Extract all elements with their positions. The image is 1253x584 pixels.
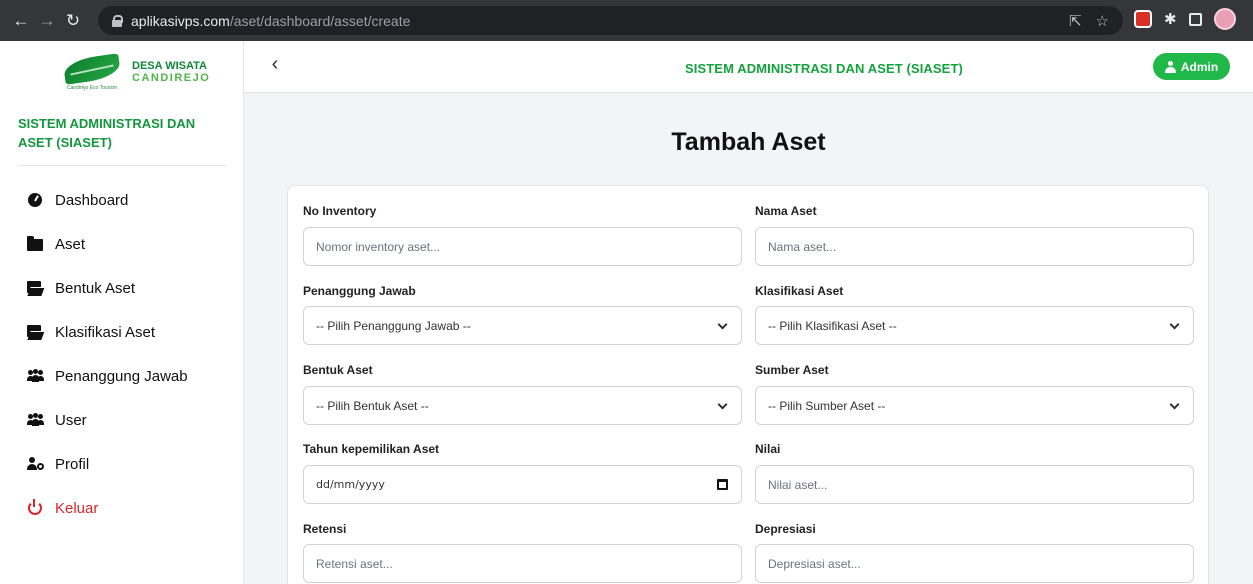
extensions-puzzle-icon[interactable]: ✱ (1164, 10, 1177, 28)
klasifikasi-aset-selected: -- Pilih Klasifikasi Aset -- (768, 318, 897, 333)
depresiasi-placeholder: Depresiasi aset... (768, 556, 861, 571)
date-placeholder: dd/mm/yyyy (316, 478, 385, 491)
penanggung-jawab-label: Penanggung Jawab (303, 284, 416, 298)
bentuk-aset-selected: -- Pilih Bentuk Aset -- (316, 398, 429, 413)
sidebar-app-title: SISTEM ADMINISTRASI DAN ASET (SIASET) (18, 116, 196, 150)
retensi-input[interactable]: Retensi aset... (303, 544, 742, 583)
address-bar[interactable]: aplikasivps.com/aset/dashboard/asset/cre… (98, 6, 1123, 35)
share-icon[interactable]: ⇱ (1069, 12, 1082, 30)
sidebar-item-label: Aset (55, 235, 86, 253)
sidebar: Candirejo Eco Tourism DESA WISATA CANDIR… (0, 41, 244, 584)
logo-line2: CANDIREJO (132, 72, 211, 84)
dashboard-icon (27, 192, 43, 208)
sidebar-item-label: Klasifikasi Aset (55, 323, 156, 341)
sidebar-item-label: Penanggung Jawab (55, 367, 188, 385)
nama-aset-label: Nama Aset (755, 204, 817, 218)
users-icon (27, 368, 44, 384)
folder-icon (27, 236, 43, 252)
back-arrow-icon[interactable]: ← (8, 8, 34, 34)
side-panel-icon[interactable] (1188, 12, 1202, 26)
no-inventory-placeholder: Nomor inventory aset... (316, 239, 441, 254)
retensi-placeholder: Retensi aset... (316, 556, 393, 571)
sidebar-item-label: Bentuk Aset (55, 279, 136, 297)
navbar-title: SISTEM ADMINISTRASI DAN ASET (SIASET) (685, 61, 963, 76)
depresiasi-input[interactable]: Depresiasi aset... (755, 544, 1194, 583)
tahun-kepemilikan-label: Tahun kepemilikan Aset (303, 442, 440, 456)
form-card: No Inventory Nomor inventory aset... Nam… (287, 185, 1209, 584)
klasifikasi-aset-select[interactable]: -- Pilih Klasifikasi Aset -- (755, 306, 1194, 345)
power-icon (27, 499, 43, 516)
sidebar-item-aset[interactable]: Aset (27, 233, 188, 255)
lock-icon (112, 14, 123, 27)
nilai-input[interactable]: Nilai aset... (755, 465, 1194, 504)
folder-open-icon (27, 324, 43, 340)
sidebar-item-keluar[interactable]: Keluar (27, 497, 188, 519)
sidebar-item-dashboard[interactable]: Dashboard (27, 189, 188, 211)
user-gear-icon (27, 456, 44, 472)
sidebar-menu: Dashboard Aset Bentuk Aset Klasifikasi A… (27, 189, 188, 541)
sidebar-item-label: Profil (55, 455, 90, 473)
sidebar-item-profil[interactable]: Profil (27, 453, 188, 475)
sidebar-item-user[interactable]: User (27, 409, 188, 431)
sidebar-item-label: Dashboard (55, 191, 129, 209)
sidebar-item-bentuk-aset[interactable]: Bentuk Aset (27, 277, 188, 299)
chevron-down-icon (717, 399, 728, 410)
sumber-aset-selected: -- Pilih Sumber Aset -- (768, 398, 886, 413)
tahun-kepemilikan-date-input[interactable]: dd/mm/yyyy (303, 465, 742, 504)
sumber-aset-select[interactable]: -- Pilih Sumber Aset -- (755, 386, 1194, 425)
url-host: aplikasivps.com (131, 12, 230, 29)
sidebar-item-label: Keluar (55, 499, 99, 517)
nama-aset-placeholder: Nama aset... (768, 239, 837, 254)
chevron-down-icon (1169, 399, 1180, 410)
nama-aset-input[interactable]: Nama aset... (755, 227, 1194, 266)
page-title: Tambah Aset (671, 128, 826, 156)
logo-line1: DESA WISATA (132, 60, 207, 72)
extension-icon[interactable] (1134, 10, 1152, 28)
sidebar-item-label: User (55, 411, 87, 429)
no-inventory-input[interactable]: Nomor inventory aset... (303, 227, 742, 266)
sidebar-item-klasifikasi-aset[interactable]: Klasifikasi Aset (27, 321, 188, 343)
more-menu-icon[interactable]: ⋮ (1248, 9, 1253, 29)
users-icon (27, 412, 44, 428)
bookmark-star-icon[interactable]: ☆ (1096, 12, 1109, 30)
leaf-logo-icon: Candirejo Eco Tourism (60, 55, 124, 91)
url-path: /aset/dashboard/asset/create (229, 12, 411, 29)
bentuk-aset-label: Bentuk Aset (303, 363, 373, 377)
penanggung-jawab-select[interactable]: -- Pilih Penanggung Jawab -- (303, 306, 742, 345)
nilai-label: Nilai (755, 442, 781, 456)
admin-button[interactable]: Admin (1153, 53, 1230, 80)
sidebar-item-penanggung-jawab[interactable]: Penanggung Jawab (27, 365, 188, 387)
calendar-icon[interactable] (717, 479, 728, 490)
sumber-aset-label: Sumber Aset (755, 363, 829, 377)
folder-open-icon (27, 280, 43, 296)
chevron-left-icon[interactable]: ‹ (264, 53, 286, 75)
bentuk-aset-select[interactable]: -- Pilih Bentuk Aset -- (303, 386, 742, 425)
logo[interactable]: Candirejo Eco Tourism DESA WISATA CANDIR… (60, 55, 211, 91)
user-icon (1164, 60, 1176, 73)
klasifikasi-aset-label: Klasifikasi Aset (755, 284, 844, 298)
nilai-placeholder: Nilai aset... (768, 477, 828, 492)
chevron-down-icon (717, 319, 728, 330)
depresiasi-label: Depresiasi (755, 522, 816, 536)
admin-label: Admin (1180, 59, 1219, 74)
browser-toolbar: ← → ↻ aplikasivps.com/aset/dashboard/ass… (0, 0, 1253, 41)
chevron-down-icon (1169, 319, 1180, 330)
retensi-label: Retensi (303, 522, 347, 536)
logo-caption: Candirejo Eco Tourism (66, 85, 118, 91)
profile-avatar[interactable] (1213, 8, 1236, 30)
top-navbar: ‹ SISTEM ADMINISTRASI DAN ASET (SIASET) … (244, 41, 1253, 93)
sidebar-divider (18, 165, 226, 166)
reload-icon[interactable]: ↻ (60, 8, 86, 34)
forward-arrow-icon[interactable]: → (34, 8, 60, 34)
no-inventory-label: No Inventory (303, 204, 377, 218)
penanggung-jawab-selected: -- Pilih Penanggung Jawab -- (316, 318, 471, 333)
